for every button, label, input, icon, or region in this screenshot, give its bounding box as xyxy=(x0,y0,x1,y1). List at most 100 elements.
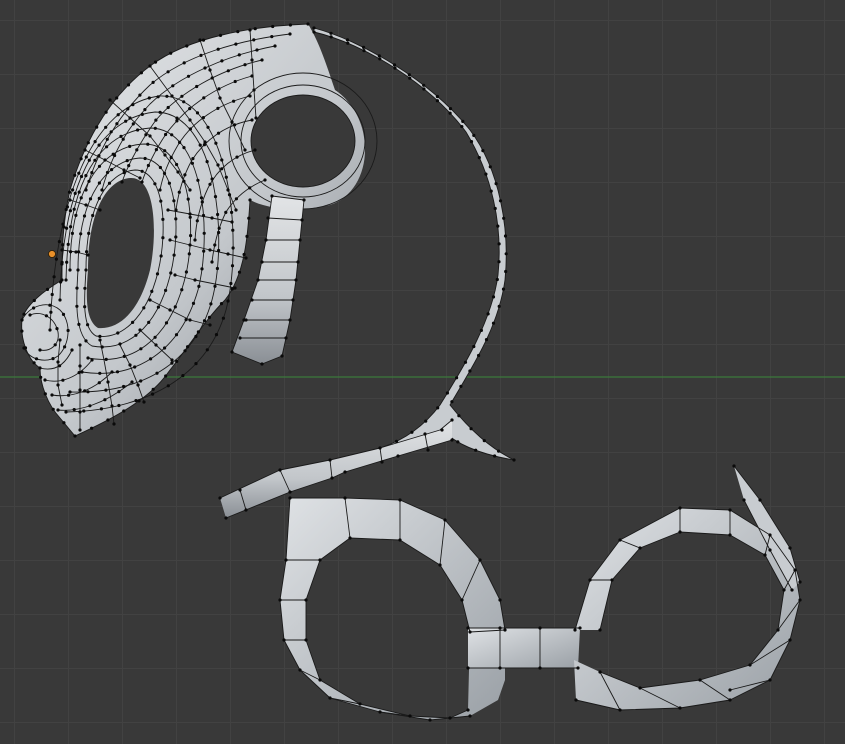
vertex[interactable] xyxy=(469,140,474,144)
vertex[interactable] xyxy=(131,122,135,126)
vertex[interactable] xyxy=(253,27,257,31)
vertex[interactable] xyxy=(122,384,126,389)
vertex[interactable] xyxy=(498,666,502,670)
vertex[interactable] xyxy=(758,498,762,502)
vertex[interactable] xyxy=(494,182,498,186)
vertex[interactable] xyxy=(196,178,200,182)
vertex[interactable] xyxy=(226,188,230,192)
vertex[interactable] xyxy=(75,304,79,308)
vertex[interactable] xyxy=(20,329,24,333)
vertex[interactable] xyxy=(378,57,382,61)
vertex[interactable] xyxy=(158,188,162,192)
vertex[interactable] xyxy=(78,410,82,414)
vertex[interactable] xyxy=(396,454,400,458)
vertex[interactable] xyxy=(93,140,97,144)
vertex[interactable] xyxy=(115,96,119,100)
vertex[interactable] xyxy=(127,164,131,168)
vertex[interactable] xyxy=(87,231,91,235)
vertex[interactable] xyxy=(64,410,68,414)
vertex[interactable] xyxy=(170,361,174,365)
vertex[interactable] xyxy=(188,127,192,131)
vertex[interactable] xyxy=(250,298,254,302)
vertex[interactable] xyxy=(348,536,352,540)
vertex[interactable] xyxy=(250,118,254,122)
vertex[interactable] xyxy=(117,390,121,394)
vertex[interactable] xyxy=(393,66,397,70)
vertex[interactable] xyxy=(202,231,206,235)
vertex[interactable] xyxy=(151,387,155,391)
vertex[interactable] xyxy=(218,33,223,38)
vertex[interactable] xyxy=(422,87,426,91)
vertex[interactable] xyxy=(217,226,221,230)
vertex[interactable] xyxy=(97,143,101,147)
vertex[interactable] xyxy=(126,83,131,87)
vertex[interactable] xyxy=(31,306,36,310)
vertex[interactable] xyxy=(501,287,506,291)
vertex[interactable] xyxy=(443,518,447,522)
vertex[interactable] xyxy=(220,59,224,63)
vertex[interactable] xyxy=(174,217,178,221)
vertex[interactable] xyxy=(48,328,52,332)
vertex[interactable] xyxy=(455,376,459,380)
vertex[interactable] xyxy=(43,392,47,396)
vertex[interactable] xyxy=(117,403,121,408)
vertex[interactable] xyxy=(244,318,248,322)
vertex[interactable] xyxy=(512,458,516,462)
vertex[interactable] xyxy=(380,460,384,464)
vertex[interactable] xyxy=(218,96,222,100)
vertex[interactable] xyxy=(728,688,732,692)
vertex[interactable] xyxy=(56,360,60,364)
vertex[interactable] xyxy=(78,388,82,392)
vertex[interactable] xyxy=(170,94,174,98)
vertex[interactable] xyxy=(22,312,26,316)
vertex[interactable] xyxy=(138,176,142,180)
vertex[interactable] xyxy=(174,208,178,212)
vertex[interactable] xyxy=(263,178,267,182)
vertex[interactable] xyxy=(208,323,212,327)
vertex[interactable] xyxy=(491,321,496,325)
vertex[interactable] xyxy=(54,257,59,261)
vertex[interactable] xyxy=(78,428,82,432)
vertex[interactable] xyxy=(62,421,66,425)
vertex[interactable] xyxy=(208,182,212,186)
vertex[interactable] xyxy=(64,278,68,282)
vertex[interactable] xyxy=(264,238,268,242)
vertex[interactable] xyxy=(110,404,114,408)
vertex[interactable] xyxy=(214,333,219,337)
vertex[interactable] xyxy=(161,217,165,221)
vertex[interactable] xyxy=(104,110,108,114)
vertex[interactable] xyxy=(748,663,752,667)
vertex[interactable] xyxy=(58,338,62,342)
vertex[interactable] xyxy=(116,113,120,117)
vertex[interactable] xyxy=(220,158,224,162)
vertex[interactable] xyxy=(230,120,234,124)
vertex[interactable] xyxy=(440,428,444,432)
vertex[interactable] xyxy=(790,588,794,592)
vertex[interactable] xyxy=(588,578,592,582)
vertex[interactable] xyxy=(216,163,220,167)
vertex[interactable] xyxy=(678,530,682,534)
vertex[interactable] xyxy=(378,446,382,450)
vertex[interactable] xyxy=(100,188,104,192)
vertex[interactable] xyxy=(343,470,347,474)
vertex[interactable] xyxy=(768,533,772,537)
vertex[interactable] xyxy=(86,141,90,145)
vertex[interactable] xyxy=(63,345,67,349)
vertex[interactable] xyxy=(199,196,204,200)
vertex[interactable] xyxy=(214,141,218,145)
vertex[interactable] xyxy=(498,199,503,203)
vertex[interactable] xyxy=(288,23,292,27)
vertex[interactable] xyxy=(460,125,464,129)
vertex[interactable] xyxy=(489,189,493,193)
vertex[interactable] xyxy=(196,330,200,334)
vertex[interactable] xyxy=(153,60,158,64)
vertex[interactable] xyxy=(163,153,167,157)
vertex[interactable] xyxy=(188,215,192,219)
glasses-frame-lower[interactable] xyxy=(279,465,801,721)
vertex[interactable] xyxy=(156,305,160,309)
vertex[interactable] xyxy=(238,336,242,340)
vertex[interactable] xyxy=(450,438,454,442)
vertex[interactable] xyxy=(190,161,194,165)
vertex[interactable] xyxy=(224,175,228,179)
vertex[interactable] xyxy=(74,250,78,254)
